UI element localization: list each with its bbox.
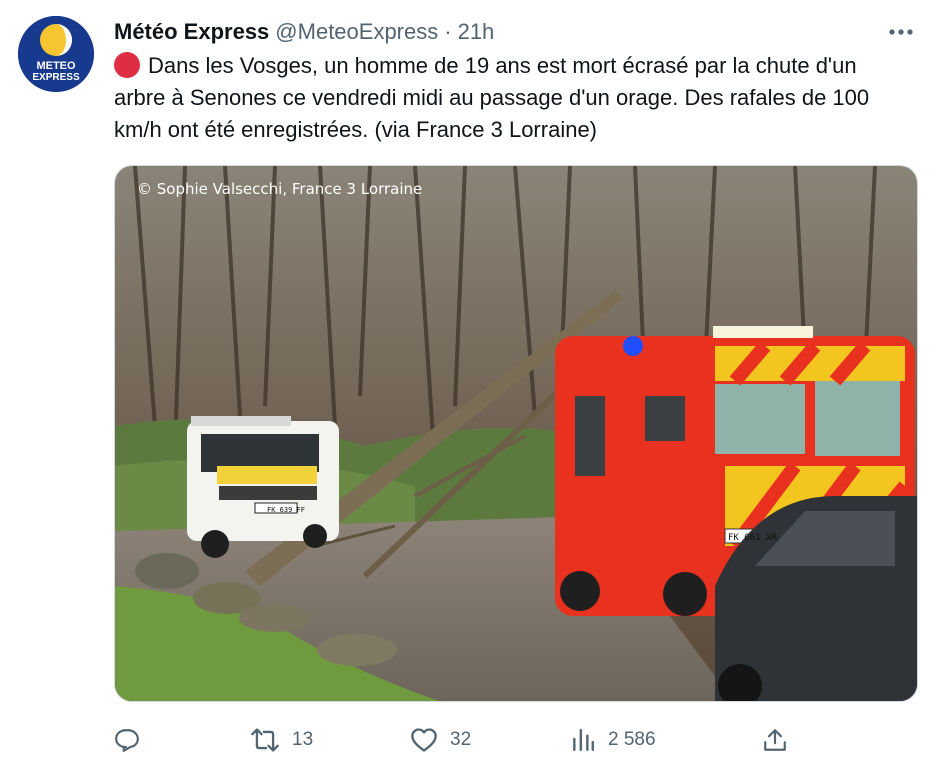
photo-credit: © Sophie Valsecchi, France 3 Lorraine xyxy=(137,180,422,198)
tweet: METEO EXPRESS Météo Express @MeteoExpres… xyxy=(0,0,942,772)
meteo-express-logo: METEO EXPRESS xyxy=(18,16,94,92)
retweet-button[interactable]: 13 xyxy=(250,722,313,758)
timestamp[interactable]: 21h xyxy=(458,19,495,45)
plate-left: FK 639 FF xyxy=(267,506,305,514)
share-button[interactable] xyxy=(762,722,800,758)
action-bar: 13 32 2 586 xyxy=(114,722,794,758)
handle[interactable]: @MeteoExpress xyxy=(275,19,438,45)
tweet-text-container: Dans les Vosges, un homme de 19 ans est … xyxy=(114,50,914,146)
avatar[interactable]: METEO EXPRESS xyxy=(18,16,94,92)
views-count: 2 586 xyxy=(608,729,656,750)
avatar-line2: EXPRESS xyxy=(32,72,80,83)
more-button[interactable] xyxy=(886,22,916,42)
tweet-header: Météo Express @MeteoExpress · 21h xyxy=(114,18,922,46)
tweet-photo[interactable]: © Sophie Valsecchi, France 3 Lorraine FK… xyxy=(114,165,918,702)
retweet-count: 13 xyxy=(292,729,314,750)
plate-right: FK 661 XR xyxy=(728,533,777,543)
police-vehicle xyxy=(187,416,339,558)
like-count: 32 xyxy=(450,729,472,750)
red-circle-icon xyxy=(114,52,140,78)
tweet-text: Dans les Vosges, un homme de 19 ans est … xyxy=(114,53,870,142)
heart-icon xyxy=(411,728,437,752)
retweet-icon xyxy=(251,728,279,752)
views-button[interactable]: 2 586 xyxy=(570,722,656,758)
storm-scene-photo: © Sophie Valsecchi, France 3 Lorraine FK… xyxy=(115,166,917,701)
like-button[interactable]: 32 xyxy=(410,722,471,758)
more-horizontal-icon xyxy=(889,29,913,35)
reply-button[interactable] xyxy=(114,722,152,758)
share-icon xyxy=(764,729,786,751)
separator: · xyxy=(444,19,452,44)
avatar-line1: METEO xyxy=(36,60,76,72)
display-name[interactable]: Météo Express xyxy=(114,19,269,45)
reply-icon xyxy=(115,729,139,752)
views-icon xyxy=(573,729,594,751)
